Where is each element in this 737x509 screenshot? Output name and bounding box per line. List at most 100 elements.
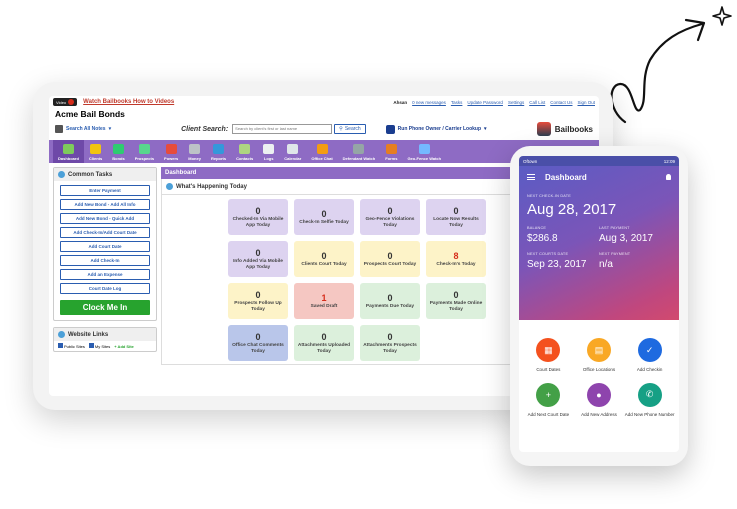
last-payment-value: Aug 3, 2017 [599, 233, 653, 244]
nav-label: Defendant Watch [342, 156, 376, 161]
update-password-link[interactable]: Update Password [467, 100, 503, 105]
nav-item-calendar[interactable]: Calendar [279, 140, 306, 163]
phone-lookup-button[interactable]: Run Phone Owner / Carrier Lookup ▾ [385, 124, 487, 134]
dashboard-tile[interactable]: 0 Office Chat Comments Today [228, 325, 288, 361]
nav-label: Office Chat [311, 156, 333, 161]
task-button[interactable]: Add New Bond - Quick Add [60, 213, 150, 224]
contact-us-link[interactable]: Contact Us [550, 100, 572, 105]
mobile-action-office-locations[interactable]: ▤ Office Locations [574, 338, 625, 373]
mobile-action-add-new-phone-number[interactable]: ✆ Add New Phone Number [624, 382, 675, 418]
dashboard-tile[interactable]: 0 Payments Due Today [360, 283, 420, 319]
next-checkin-label: NEXT CHECK-IN DATE [527, 194, 571, 198]
clients-icon [90, 144, 102, 154]
nav-item-clients[interactable]: Clients [84, 140, 107, 163]
nav-item-forms[interactable]: Forms [380, 140, 402, 163]
add-site-link[interactable]: + Add Site [114, 344, 134, 349]
menu-icon[interactable] [527, 174, 535, 180]
tile-count: 0 [453, 206, 459, 216]
next-payment-label: NEXT PAYMENT [599, 252, 631, 256]
action-label: Add Checkin [636, 367, 663, 372]
common-tasks-panel: Common Tasks Enter Payment Add New Bond -… [53, 167, 157, 321]
nav-label: Logs [263, 156, 274, 161]
dashboard-tile[interactable]: 0 Info Added Via Mobile App Today [228, 241, 288, 277]
task-button[interactable]: Add Check-In/Add Court Date [60, 227, 150, 238]
nav-item-reports[interactable]: Reports [206, 140, 231, 163]
watch-videos-link[interactable]: Watch Bailbooks How to Videos [83, 99, 174, 105]
nav-item-powers[interactable]: Powers [159, 140, 183, 163]
mobile-action-court-dates[interactable]: ▦ Court Dates [523, 338, 574, 373]
tile-label: Geo-Fence Violations Today [365, 217, 415, 228]
clock-me-in-button[interactable]: Clock Me In [60, 300, 150, 315]
dashboard-tile[interactable]: 0 Checked-In Via Mobile App Today [228, 199, 288, 235]
call-list-link[interactable]: Call List [529, 100, 545, 105]
dashboard-tile[interactable]: 0 Locate Now Results Today [426, 199, 486, 235]
public-sites-checkbox[interactable]: Public Sites [58, 343, 85, 349]
nav-label: Forms [385, 156, 398, 161]
settings-link[interactable]: Settings [508, 100, 524, 105]
dashboard-tile[interactable]: 0 Payments Made Online Today [426, 283, 486, 319]
tile-count: 0 [453, 290, 459, 300]
tile-label: Attachments Prospects Today [363, 343, 417, 354]
tile-count: 0 [387, 292, 393, 303]
dashboard-tile[interactable]: 1 Saved Draft [294, 283, 354, 319]
phone-frame: Oftown 12:09 Dashboard NEXT CHECK-IN DAT… [510, 146, 688, 466]
mobile-action-add-next-court-date[interactable]: + Add Next Court Date [523, 382, 574, 418]
dashboard-tile[interactable]: 0 Geo-Fence Violations Today [360, 199, 420, 235]
sidebar: Common Tasks Enter Payment Add New Bond -… [53, 167, 157, 365]
nav-label: Calendar [284, 156, 302, 161]
nav-item-money[interactable]: Money [183, 140, 206, 163]
forms-icon [385, 144, 397, 154]
common-tasks-header: Common Tasks [54, 168, 156, 181]
task-button[interactable]: Add Check-In [60, 255, 150, 266]
dashboard-tile[interactable]: 0 Prospects Court Today [360, 241, 420, 277]
action-label: Add New Phone Number [624, 411, 675, 417]
mobile-action-add-new-address[interactable]: ● Add New Address [574, 382, 625, 418]
dashboard-tile[interactable]: 0 Clients Court Today [294, 241, 354, 277]
dashboard-tile[interactable]: 8 Check-In's Today [426, 241, 486, 277]
task-button[interactable]: Court Date Log [60, 283, 150, 294]
search-all-notes-button[interactable]: Search All Notes ▾ [55, 125, 111, 133]
tile-count: 0 [387, 332, 393, 342]
task-button[interactable]: Add Court Date [60, 241, 150, 252]
nav-label: Powers [164, 156, 179, 161]
common-tasks-list: Enter Payment Add New Bond - Add All Info… [54, 181, 156, 298]
contacts-icon [239, 144, 251, 154]
tile-label: Prospects Follow Up Today [234, 301, 282, 312]
new-messages-link[interactable]: 0 new messages [412, 100, 446, 105]
mobile-screen: Oftown 12:09 Dashboard NEXT CHECK-IN DAT… [519, 156, 679, 452]
nav-item-contacts[interactable]: Contacts [231, 140, 258, 163]
nav-item-bonds[interactable]: Bonds [107, 140, 129, 163]
tile-count: 0 [255, 248, 261, 258]
nav-item-logs[interactable]: Logs [258, 140, 279, 163]
nav-label: Clients [88, 156, 103, 161]
tile-label: Info Added Via Mobile App Today [233, 259, 283, 270]
task-button[interactable]: Add New Bond - Add All Info [60, 199, 150, 210]
dashboard-tile[interactable]: 0 Attachments Prospects Today [360, 325, 420, 361]
tile-count: 8 [453, 250, 459, 261]
dashboard-tile[interactable]: 0 Prospects Follow Up Today [228, 283, 288, 319]
video-badge[interactable]: Video [53, 98, 78, 106]
tasks-link[interactable]: Tasks [451, 100, 463, 105]
dashboard-tile[interactable]: 0 Check-In Selfie Today [294, 199, 354, 235]
bailbooks-brand: Bailbooks [536, 122, 593, 136]
search-button[interactable]: ⚲ Search [334, 124, 366, 134]
nav-item-prospects[interactable]: Prospects [130, 140, 159, 163]
bell-icon[interactable] [666, 174, 671, 180]
top-right-links: Ahsan 0 new messages Tasks Update Passwo… [393, 100, 595, 105]
website-links-row: Public Sites My Sites + Add Site [54, 341, 156, 351]
nav-item-office-chat[interactable]: Office Chat [306, 140, 337, 163]
dashboard-tile[interactable]: 0 Attachments Uploaded Today [294, 325, 354, 361]
office-locations-icon: ▤ [586, 338, 611, 362]
task-button[interactable]: Enter Payment [60, 185, 150, 196]
task-button[interactable]: Add an Expense [60, 269, 150, 280]
tile-count: 0 [255, 206, 261, 216]
nav-item-dashboard[interactable]: Dashboard [53, 140, 84, 163]
mobile-hero: Dashboard NEXT CHECK-IN DATE Aug 28, 201… [519, 166, 679, 320]
client-search-input[interactable]: Search by client's first or last name [232, 124, 333, 134]
mobile-action-add-checkin[interactable]: ✓ Add Checkin [624, 338, 675, 373]
my-sites-checkbox[interactable]: My Sites [88, 343, 110, 349]
nav-item-geo-fence-watch[interactable]: Geo-Fence Watch [402, 140, 446, 163]
nav-item-defendant-watch[interactable]: Defendant Watch [338, 140, 381, 163]
gear-icon [166, 183, 173, 190]
sign-out-link[interactable]: Sign Out [577, 100, 595, 105]
